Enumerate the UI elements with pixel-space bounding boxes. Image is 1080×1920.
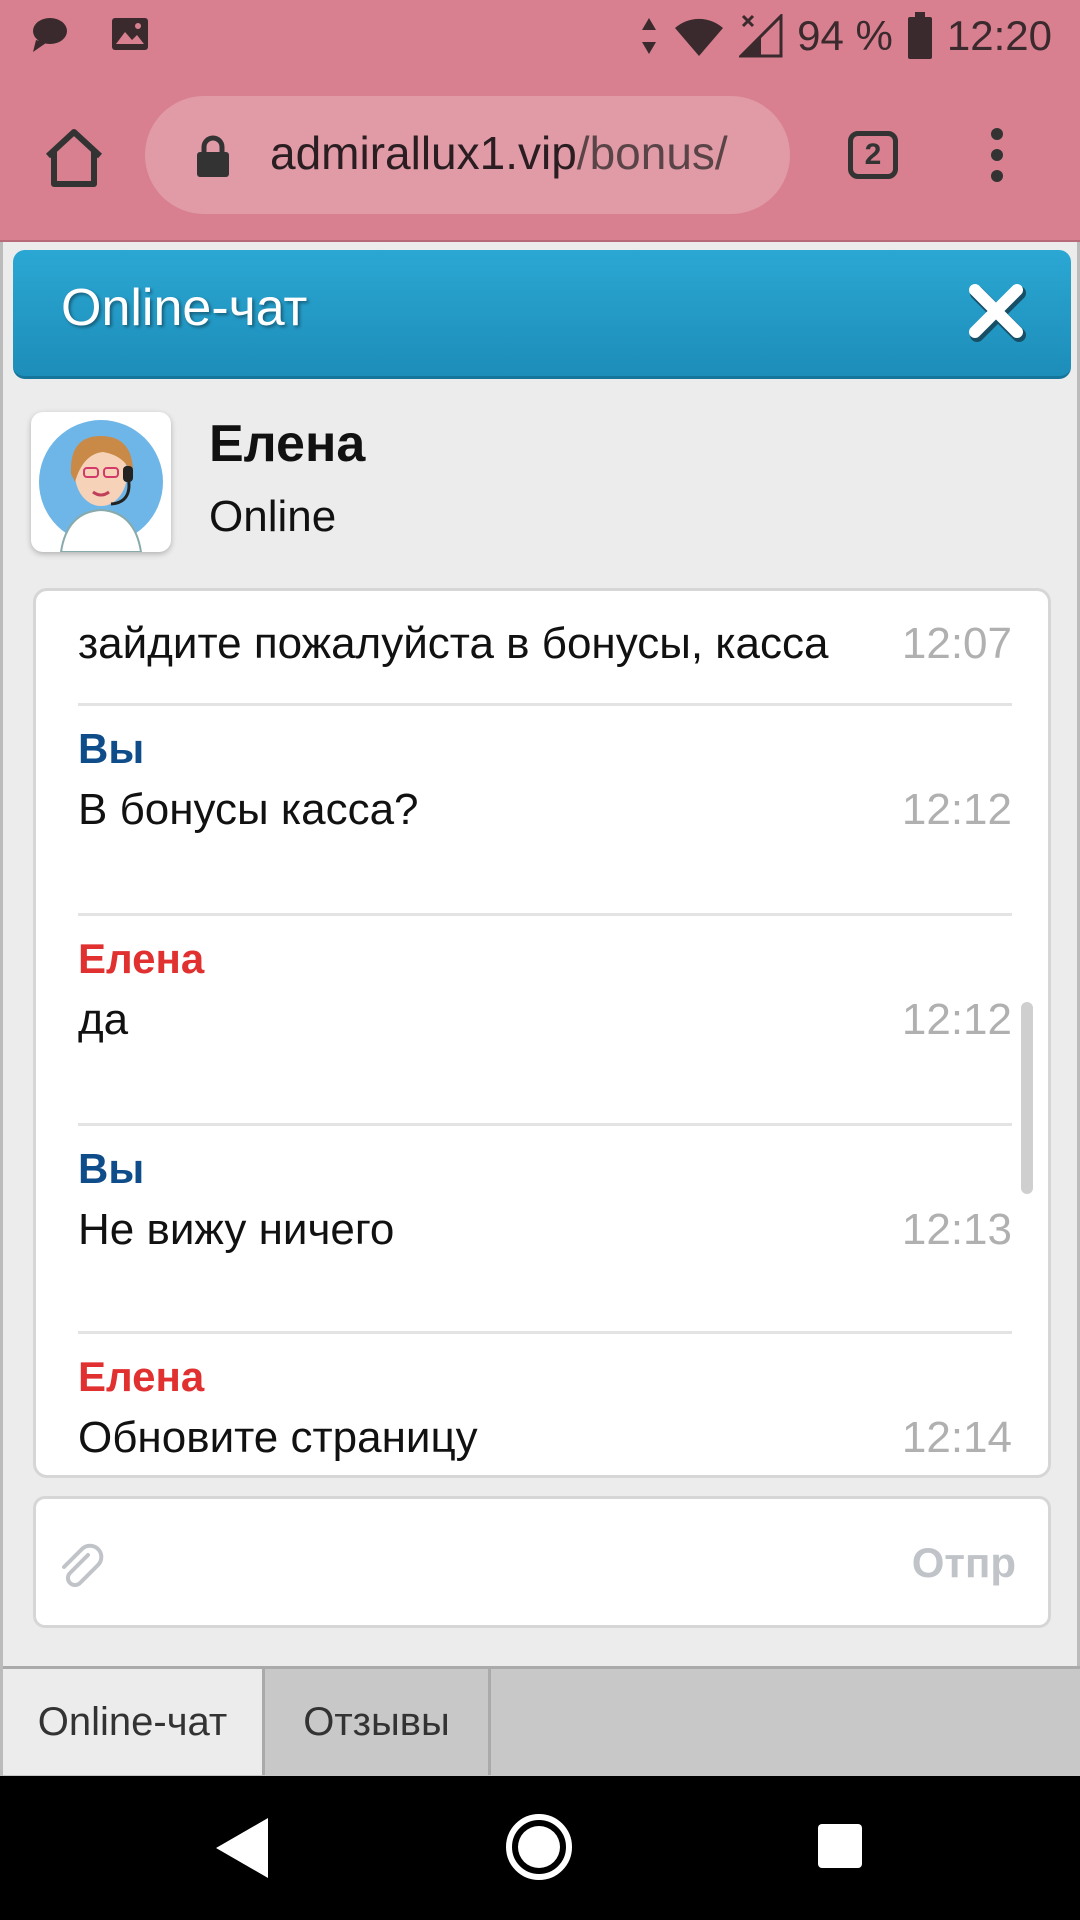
chat-header: Online-чат: [13, 250, 1071, 379]
url-bar[interactable]: admirallux1.vip/bonus/: [145, 96, 790, 214]
message-divider: [78, 703, 1012, 706]
message-time: 12:13: [901, 1205, 1012, 1254]
agent-avatar: [31, 412, 171, 552]
wifi-icon: [675, 18, 724, 56]
browser-toolbar: admirallux1.vip/bonus/ 2: [0, 76, 1080, 242]
message-text: да: [78, 995, 129, 1044]
message-list[interactable]: зайдите пожалуйста в бонусы, касса 12:07…: [33, 588, 1051, 1478]
close-icon[interactable]: [965, 280, 1027, 342]
status-bar: 94 % 12:20: [0, 0, 1080, 76]
back-icon[interactable]: [214, 1816, 270, 1880]
chat-widget: Online-чат Елена Online зайдите пожалуйс…: [0, 242, 1080, 1777]
message-input-box[interactable]: Отпр: [33, 1496, 1051, 1628]
message-sender: Вы: [78, 725, 145, 772]
message-item: Елена да 12:12: [78, 935, 1012, 1075]
clock: 12:20: [946, 12, 1052, 59]
message-sender: Елена: [78, 1353, 205, 1400]
message-text: зайдите пожалуйста в бонусы, касса: [78, 619, 829, 668]
message-item: Вы В бонусы касса? 12:12: [78, 725, 1012, 865]
message-item: Елена Обновите страницу 12:14: [78, 1353, 1012, 1475]
message-divider: [78, 1123, 1012, 1126]
message-sender: Елена: [78, 935, 205, 982]
navigation-bar: [0, 1776, 1080, 1920]
message-item: зайдите пожалуйста в бонусы, касса 12:07: [78, 591, 1012, 671]
message-time: 12:12: [901, 785, 1012, 834]
overflow-menu-icon[interactable]: [986, 128, 1008, 188]
recents-icon[interactable]: [818, 1824, 862, 1868]
signal-icon: [739, 14, 783, 58]
image-icon: [112, 18, 148, 50]
tab-reviews[interactable]: Отзывы: [265, 1669, 491, 1775]
paperclip-icon[interactable]: [54, 1539, 106, 1591]
send-button[interactable]: Отпр: [912, 1539, 1016, 1587]
tab-online-chat[interactable]: Online-чат: [3, 1669, 265, 1775]
battery-percent: 94 %: [797, 12, 893, 59]
message-text: Не вижу ничего: [78, 1205, 395, 1254]
url-path: /bonus/: [576, 127, 728, 179]
message-scrollbar[interactable]: [1021, 1002, 1033, 1194]
message-time: 12:14: [901, 1413, 1012, 1462]
chat-title: Online-чат: [61, 279, 308, 337]
home-button-icon[interactable]: [506, 1814, 572, 1880]
agent-status: Online: [209, 492, 337, 541]
message-time: 12:12: [901, 995, 1012, 1044]
bottom-tabs: Online-чат Отзывы: [3, 1666, 1080, 1777]
lock-icon: [197, 135, 229, 177]
url-text: admirallux1.vip/bonus/: [270, 126, 770, 180]
message-text: Обновите страницу: [78, 1413, 478, 1462]
home-icon[interactable]: [42, 126, 106, 190]
tab-switcher-button[interactable]: 2: [848, 131, 898, 179]
message-time: 12:07: [901, 619, 1012, 668]
message-divider: [78, 1331, 1012, 1334]
message-divider: [78, 913, 1012, 916]
chat-bubble-icon: [33, 18, 67, 52]
agent-name: Елена: [209, 415, 366, 473]
data-arrows-icon: [642, 18, 657, 54]
message-item: Вы Не вижу ничего 12:13: [78, 1145, 1012, 1285]
message-sender: Вы: [78, 1145, 145, 1192]
battery-icon: [907, 12, 932, 59]
message-text: В бонусы касса?: [78, 785, 419, 834]
url-domain: admirallux1.vip: [270, 127, 577, 179]
